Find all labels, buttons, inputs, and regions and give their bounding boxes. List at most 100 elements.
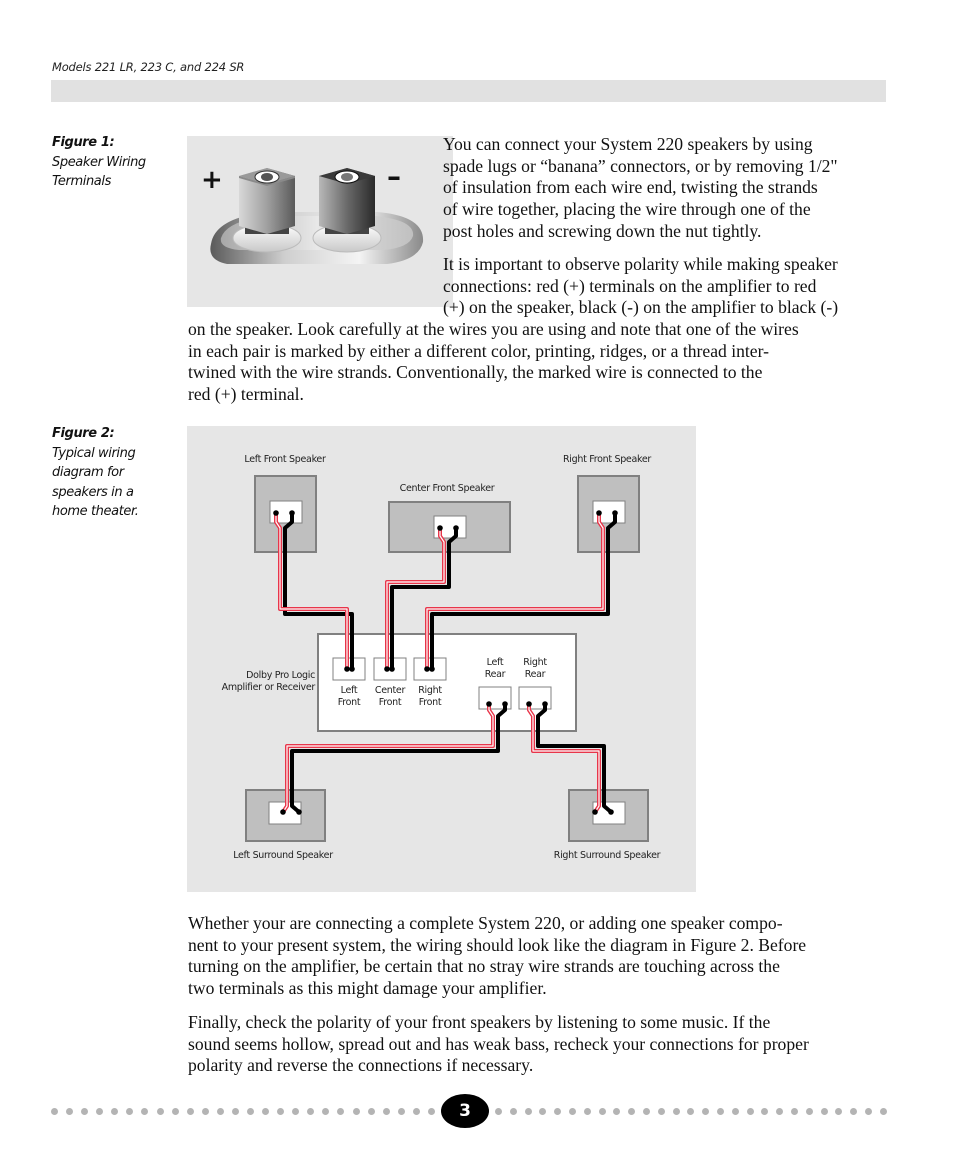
footer-dot: [805, 1107, 813, 1115]
positive-terminal-dot: [437, 525, 443, 531]
paragraph-polarity-test: Finally, check the polarity of your fron…: [188, 1012, 893, 1077]
footer-dot: [539, 1107, 547, 1115]
footer-dot: [879, 1107, 887, 1115]
footer-dot: [554, 1107, 562, 1115]
figure1-caption-title: Figure 1:: [52, 135, 115, 150]
footer-dot: [216, 1107, 224, 1115]
right-front-speaker-label: Right Front Speaker: [562, 454, 652, 465]
footer-dot: [657, 1107, 665, 1115]
footer-dot: [397, 1107, 405, 1115]
positive-terminal-dot: [273, 510, 279, 516]
text-line: spade lugs or “banana” connectors, or by…: [443, 155, 838, 176]
positive-terminal-dot: [424, 666, 430, 672]
footer-dot: [322, 1107, 330, 1115]
text-line: twined with the wire strands. Convention…: [188, 362, 763, 383]
text-line: two terminals as this might damage your …: [188, 978, 547, 999]
text-line: Whether your are connecting a complete S…: [188, 913, 783, 933]
figure2-caption: Figure 2: Typical wiring diagram for spe…: [52, 424, 139, 522]
figure1-caption: Figure 1: Speaker Wiring Terminals: [52, 133, 146, 192]
text-line: in each pair is marked by either a diffe…: [188, 340, 769, 361]
output-label-left-front: Left Front: [329, 685, 369, 709]
left-surround-speaker-label: Left Surround Speaker: [233, 850, 333, 861]
output-label-line: Left: [340, 685, 358, 696]
paragraph-polarity-part1: It is important to observe polarity whil…: [443, 254, 893, 319]
footer-dot: [292, 1107, 300, 1115]
text-line: (+) on the speaker, black (-) on the amp…: [443, 297, 839, 318]
output-label-line: Front: [337, 697, 361, 708]
output-label-line: Left: [486, 657, 504, 668]
footer-dot: [427, 1107, 435, 1115]
text-line: of wire together, placing the wire throu…: [443, 199, 811, 220]
negative-terminal-dot: [542, 701, 548, 707]
figure2-caption-title: Figure 2:: [52, 426, 115, 441]
footer-dot: [687, 1107, 695, 1115]
positive-terminal-dot: [486, 701, 492, 707]
speaker-terminals-graphic: + –: [201, 160, 424, 264]
footer-dot: [509, 1107, 517, 1115]
figure2-caption-line: speakers in a: [52, 484, 134, 500]
right-surround-speaker-label: Right Surround Speaker: [553, 850, 661, 861]
footer-dot: [337, 1107, 345, 1115]
negative-terminal-dot: [608, 809, 614, 815]
footer-dot: [247, 1107, 255, 1115]
footer-dot: [96, 1107, 104, 1115]
text-line: on the speaker. Look carefully at the wi…: [188, 319, 799, 339]
footer-dot: [81, 1107, 89, 1115]
footer-dot: [186, 1107, 194, 1115]
negative-terminal-dot: [389, 666, 395, 672]
footer-dot: [66, 1107, 74, 1115]
text-line: polarity and reverse the connections if …: [188, 1055, 534, 1076]
text-line: turning on the amplifier, be certain tha…: [188, 956, 780, 977]
footer-dot: [746, 1107, 754, 1115]
text-line: red (+) terminal.: [188, 384, 304, 405]
paragraph-polarity-part2: on the speaker. Look carefully at the wi…: [188, 319, 893, 406]
text-line: post holes and screwing down the nut tig…: [443, 220, 762, 241]
footer-dot: [628, 1107, 636, 1115]
footer-dot: [307, 1107, 315, 1115]
page-number-badge: 3: [441, 1094, 489, 1128]
negative-terminal-dot: [453, 525, 459, 531]
footer-dot: [141, 1107, 149, 1115]
output-label-line: Front: [418, 697, 442, 708]
figure1-caption-line: Speaker Wiring: [52, 154, 146, 170]
footer-dot: [126, 1107, 134, 1115]
output-label-line: Right: [418, 685, 442, 696]
figure2-caption-line: home theater.: [52, 504, 139, 519]
negative-terminal-dot: [296, 809, 302, 815]
figure1-terminals-illustration: + –: [187, 136, 453, 307]
footer-dot: [598, 1107, 606, 1115]
footer-dot: [613, 1107, 621, 1115]
output-label-left-rear: Left Rear: [475, 657, 515, 681]
plus-sign: +: [201, 165, 223, 195]
negative-terminal-dot: [612, 510, 618, 516]
text-line: Finally, check the polarity of your fron…: [188, 1012, 771, 1032]
text-line: It is important to observe polarity whil…: [443, 254, 838, 274]
figure1-caption-line: Terminals: [52, 174, 111, 189]
footer-dot: [156, 1107, 164, 1115]
output-label-line: Rear: [484, 669, 506, 680]
figure2-wiring-diagram: Left Front Speaker Center Front Speaker …: [187, 426, 696, 892]
output-label-line: Right: [523, 657, 547, 668]
footer-dot: [583, 1107, 591, 1115]
minus-sign: –: [387, 160, 401, 193]
footer-dot-rule-left: [51, 1104, 435, 1118]
footer-dot: [382, 1107, 390, 1115]
header-bar: [51, 80, 886, 102]
output-label-line: Front: [378, 697, 402, 708]
left-front-speaker-label: Left Front Speaker: [244, 454, 326, 465]
footer-dot: [262, 1107, 270, 1115]
text-line: of insulation from each wire end, twisti…: [443, 177, 818, 198]
positive-terminal-dot: [592, 809, 598, 815]
footer-dot: [672, 1107, 680, 1115]
text-line: You can connect your System 220 speakers…: [443, 134, 813, 154]
center-front-speaker-label: Center Front Speaker: [399, 483, 495, 494]
positive-terminal-dot: [280, 809, 286, 815]
wiring-diagram-graphic: [245, 475, 649, 842]
figure2-caption-line: Typical wiring: [52, 445, 136, 461]
output-label-right-front: Right Front: [410, 685, 450, 709]
footer-dot: [864, 1107, 872, 1115]
negative-terminal-dot: [349, 666, 355, 672]
output-label-right-rear: Right Rear: [513, 657, 557, 681]
text-line: nent to your present system, the wiring …: [188, 934, 807, 955]
positive-terminal-dot: [596, 510, 602, 516]
